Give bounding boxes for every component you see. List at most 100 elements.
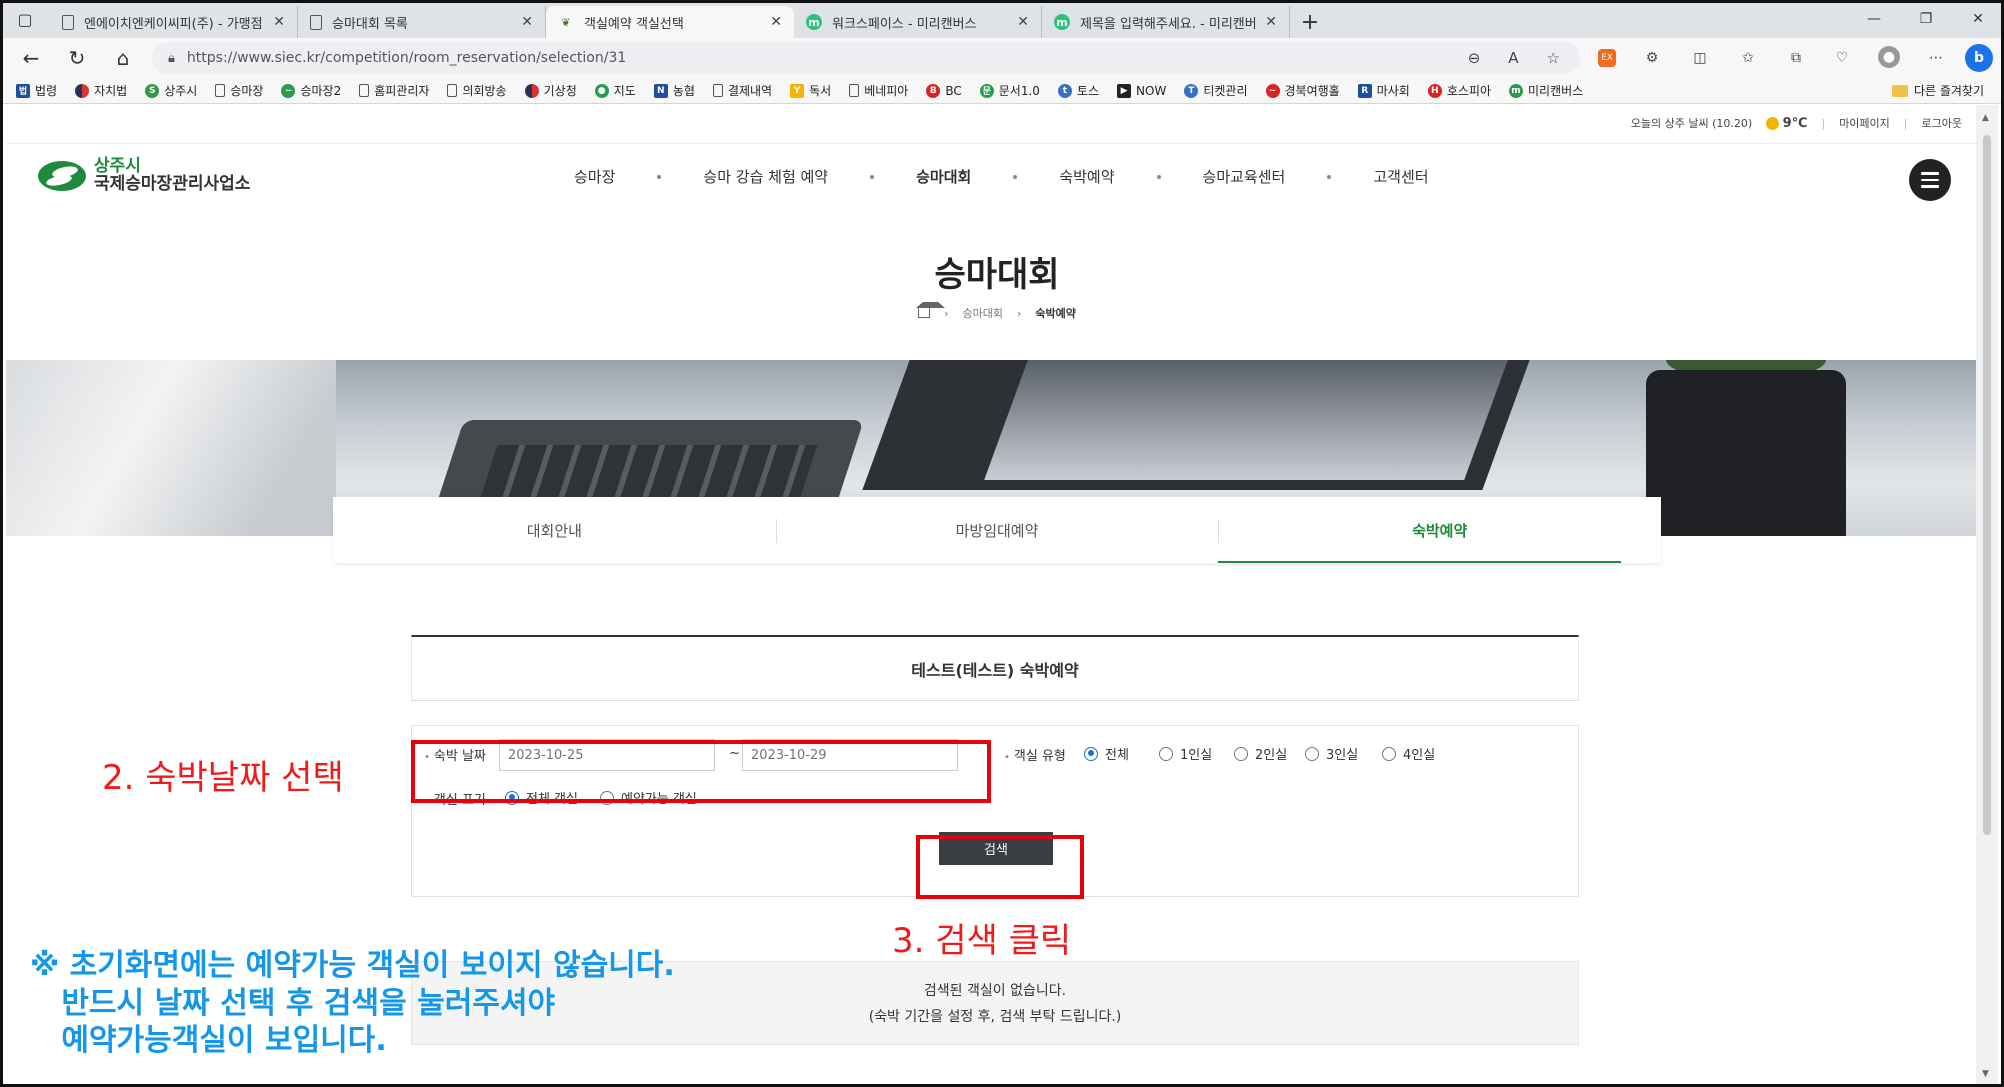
radio-circle-icon[interactable] <box>1305 746 1319 761</box>
tab-title: 승마대회 목록 <box>332 16 408 32</box>
refresh-icon[interactable]: ↻ <box>54 46 100 70</box>
bookmark-favicon-icon: S <box>145 83 160 98</box>
favorite-star-icon[interactable]: ☆ <box>1547 49 1560 67</box>
bookmark-item[interactable]: 의회방송 <box>447 82 507 99</box>
sub-tab[interactable]: 마방임대예약 <box>775 497 1219 563</box>
url-field[interactable]: 🔒︎ https://www.siec.kr/competition/room_… <box>152 42 1580 74</box>
gnb-menu-item[interactable]: 승마 강습 체험 예약 <box>703 166 828 187</box>
gnb-menu-item[interactable]: 승마장 <box>574 166 615 187</box>
lock-icon: 🔒︎ <box>168 50 175 66</box>
close-window-icon[interactable]: ✕ <box>1952 11 2004 27</box>
page-scrollbar[interactable]: ▲ ▼ <box>1976 105 1998 1085</box>
new-tab-button[interactable]: + <box>1290 6 1330 38</box>
mypage-link[interactable]: 마이페이지 <box>1839 115 1890 131</box>
radio-circle-icon[interactable] <box>1234 746 1248 761</box>
bookmark-label: BC <box>945 83 962 98</box>
bookmark-item[interactable]: Y 독서 <box>790 82 831 99</box>
bookmark-item[interactable]: N 농협 <box>653 82 695 99</box>
bookmark-item[interactable]: S 상주시 <box>145 82 197 99</box>
sub-tab[interactable]: 대회안내 <box>333 497 776 563</box>
browser-tab[interactable]: 승마대회 목록 ✕ <box>298 6 546 38</box>
scroll-up-icon[interactable]: ▲ <box>1982 113 1989 123</box>
bookmark-item[interactable]: B BC <box>926 83 962 98</box>
other-bookmarks[interactable]: 다른 즐겨찾기 <box>1891 82 1984 99</box>
collections-icon[interactable]: ⧉ <box>1784 46 1808 70</box>
bookmark-label: 결제내역 <box>727 84 773 98</box>
bookmark-item[interactable]: m 미리캔버스 <box>1509 82 1583 99</box>
more-menu-icon[interactable]: ⋯ <box>1924 46 1948 70</box>
browser-tab[interactable]: 엔에이치엔케이씨피(주) - 가맹점 ✕ <box>50 6 298 38</box>
bookmark-item[interactable]: T 티켓관리 <box>1184 82 1248 99</box>
gnb-menu-item[interactable]: 승마교육센터 <box>1203 166 1286 187</box>
other-bookmarks-label: 다른 즐겨찾기 <box>1913 84 1984 98</box>
logout-link[interactable]: 로그아웃 <box>1922 115 1962 131</box>
tab-close-icon[interactable]: ✕ <box>273 14 285 30</box>
tab-actions-icon[interactable]: ▢ <box>0 0 50 38</box>
bookmark-item[interactable]: ~ 경북여행홀 <box>1265 82 1340 99</box>
room-type-radio[interactable]: 1인실 <box>1159 744 1212 763</box>
room-type-radio[interactable]: 4인실 <box>1382 744 1435 763</box>
browser-tab[interactable]: ❦ 객실예약 객실선택 ✕ <box>546 6 794 38</box>
bookmark-item[interactable]: 문 문서1.0 <box>979 82 1040 99</box>
favorites-icon[interactable]: ✩ <box>1736 46 1760 70</box>
bookmark-item[interactable]: t 토스 <box>1057 82 1099 99</box>
tab-favicon-icon <box>310 14 322 30</box>
reservation-title: 테스트(테스트) 숙박예약 <box>411 635 1579 701</box>
breadcrumb-home-icon[interactable] <box>916 302 946 318</box>
copilot-icon[interactable]: b <box>1965 44 1993 72</box>
bookmark-item[interactable]: 자치법 <box>75 82 127 99</box>
bookmark-item[interactable]: ● 지도 <box>594 82 636 99</box>
split-screen-icon[interactable]: ◫ <box>1688 46 1712 70</box>
bookmark-item[interactable]: H 호스피아 <box>1427 82 1491 99</box>
tab-close-icon[interactable]: ✕ <box>1265 14 1277 30</box>
browser-tab[interactable]: m 제목을 입력해주세요. - 미리캔버스 ✕ <box>1042 6 1290 38</box>
tab-close-icon[interactable]: ✕ <box>521 14 533 30</box>
bookmark-item[interactable]: ▶ NOW <box>1117 83 1166 98</box>
room-type-radio[interactable]: 2인실 <box>1234 744 1287 763</box>
gnb-menu-item[interactable]: 숙박예약 <box>1059 166 1114 187</box>
browser-essentials-icon[interactable]: ♡ <box>1830 46 1854 70</box>
profile-avatar[interactable]: ● <box>1878 46 1900 68</box>
scroll-down-icon[interactable]: ▼ <box>1982 1069 1989 1079</box>
radio-circle-icon[interactable] <box>1084 746 1098 761</box>
minimize-icon[interactable]: — <box>1848 11 1900 27</box>
bookmark-item[interactable]: ~ 승마장2 <box>281 82 341 99</box>
bookmark-item[interactable]: 베네피아 <box>849 82 908 99</box>
zoom-icon[interactable]: ⊖ <box>1468 49 1481 67</box>
bookmark-item[interactable]: R 마사회 <box>1357 82 1410 99</box>
extension-ex-icon[interactable]: EX <box>1598 49 1616 67</box>
sub-tab[interactable]: 숙박예약 <box>1218 497 1661 563</box>
bookmark-item[interactable]: 승마장 <box>215 82 263 99</box>
extensions-puzzle-icon[interactable]: ⚙ <box>1640 46 1664 70</box>
tab-close-icon[interactable]: ✕ <box>770 14 782 30</box>
main-navigation: 상주시 국제승마장관리사업소 승마장 승마 강습 체험 예약 승마대회 숙박예약 승마교… <box>6 143 1976 207</box>
annotation-step3: 3. 검색 클릭 <box>892 921 1072 961</box>
address-bar-row: ← ↻ ⌂ 🔒︎ https://www.siec.kr/competition… <box>0 38 2004 78</box>
bookmarks-bar: 법 법령 자치법 S 상주시 승마장 ~ 승마장2 홈피관리자 의회방송 기상청 ● 지도 N 농협 결제내역… <box>0 78 2004 104</box>
bookmark-item[interactable]: 기상청 <box>524 82 577 99</box>
hamburger-menu-icon[interactable] <box>1909 159 1951 201</box>
home-icon[interactable]: ⌂ <box>100 46 146 70</box>
bookmark-item[interactable]: 결제내역 <box>712 82 773 99</box>
read-aloud-icon[interactable]: A <box>1508 49 1518 67</box>
room-type-radio[interactable]: 3인실 <box>1305 744 1358 763</box>
radio-circle-icon[interactable] <box>1159 746 1173 761</box>
radio-circle-icon[interactable] <box>1382 746 1396 761</box>
bookmark-label: 호스피아 <box>1446 84 1491 98</box>
gnb-menu-item[interactable]: 고객센터 <box>1373 166 1428 187</box>
site-logo[interactable]: 상주시 국제승마장관리사업소 <box>38 157 250 194</box>
tab-close-icon[interactable]: ✕ <box>1017 14 1029 30</box>
gnb-menu-item[interactable]: 승마대회 <box>916 166 971 187</box>
bookmark-item[interactable]: 홈피관리자 <box>359 82 429 99</box>
radio-label: 전체 <box>1105 748 1129 763</box>
bookmark-item[interactable]: 법 법령 <box>16 82 57 99</box>
breadcrumb-item[interactable]: 승마대회 <box>963 305 1003 321</box>
scroll-thumb[interactable] <box>1983 135 1991 835</box>
browser-tab[interactable]: m 워크스페이스 - 미리캔버스 ✕ <box>794 6 1042 38</box>
restore-icon[interactable]: ❐ <box>1900 11 1952 27</box>
back-icon[interactable]: ← <box>8 46 54 70</box>
bookmark-label: 문서1.0 <box>998 84 1040 98</box>
room-type-radio[interactable]: 전체 <box>1084 744 1129 763</box>
logo-s-icon <box>38 159 86 193</box>
menu-separator-dot <box>1327 174 1332 179</box>
